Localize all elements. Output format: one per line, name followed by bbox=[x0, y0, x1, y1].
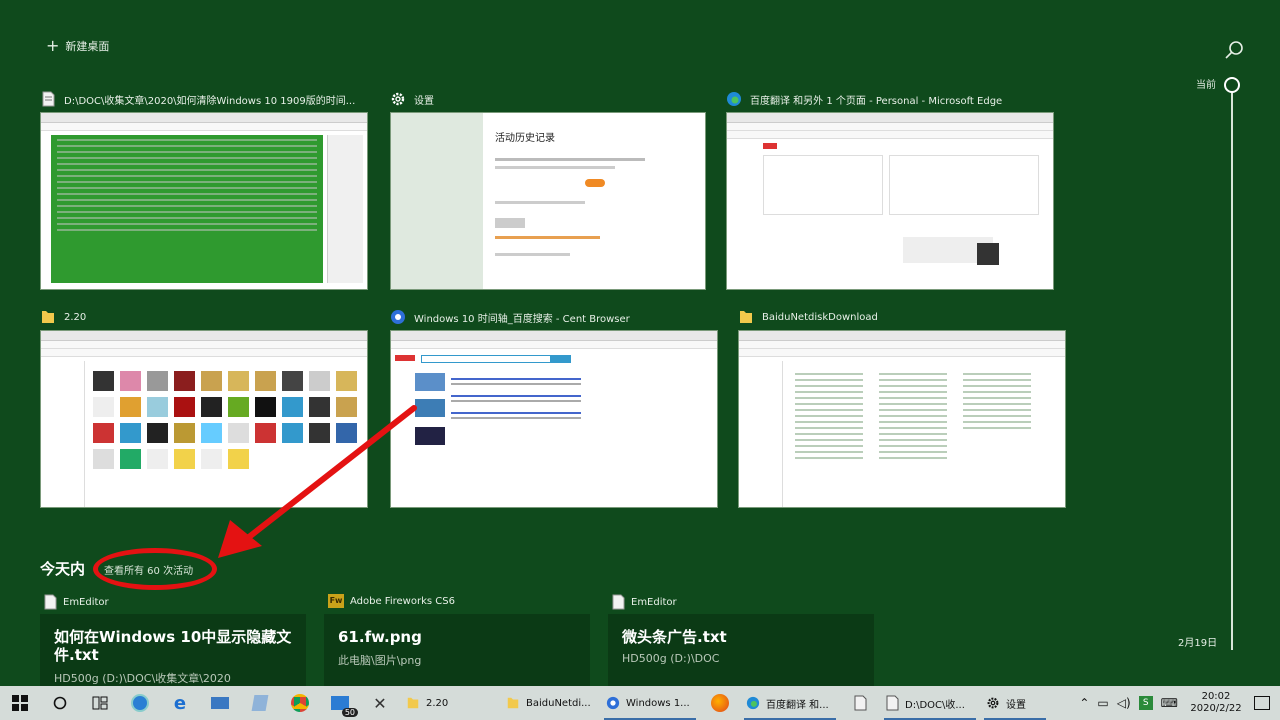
pinned-chrome-icon[interactable] bbox=[280, 686, 320, 720]
taskbar-app-label: 百度翻译 和... bbox=[766, 699, 829, 711]
activity-card-2[interactable]: 61.fw.png 此电脑\图片\png bbox=[324, 614, 590, 690]
red-arrow-annotation bbox=[218, 405, 417, 558]
clock-time: 20:02 bbox=[1201, 691, 1231, 702]
activity-card-1[interactable]: 如何在Windows 10中显示隐藏文件.txt HD500g (D:)\DOC… bbox=[40, 614, 306, 690]
keyboard-icon[interactable]: ⌨ bbox=[1161, 696, 1178, 710]
activity-title: 61.fw.png bbox=[338, 628, 422, 646]
taskbar-document-icon[interactable] bbox=[840, 686, 880, 720]
taskbar-app-baidunetdisk[interactable]: BaiduNetdi... bbox=[500, 686, 600, 720]
pinned-computer-icon[interactable] bbox=[200, 686, 240, 720]
activity-title: 微头条广告.txt bbox=[622, 628, 727, 646]
pinned-mail-icon[interactable]: 50 bbox=[320, 686, 360, 720]
fireworks-icon: Fw bbox=[328, 594, 344, 608]
taskbar-app-label: 设置 bbox=[1006, 699, 1026, 711]
start-button[interactable] bbox=[0, 686, 40, 720]
today-heading: 今天内 bbox=[40, 560, 86, 578]
taskbar-app-label: D:\DOC\收... bbox=[905, 699, 965, 711]
clock-date: 2020/2/22 bbox=[1190, 703, 1242, 714]
task-view-button[interactable] bbox=[80, 686, 120, 720]
activity-path: HD500g (D:)\DOC bbox=[622, 652, 720, 665]
task-view-icon bbox=[92, 696, 108, 710]
taskbar: e 50 ✕ 2.20 BaiduNetdi... Windows 1... 百… bbox=[0, 686, 1280, 720]
system-tray: ⌃ ▭ ◁) S ⌨ 20:02 2020/2/22 bbox=[1079, 686, 1280, 720]
taskbar-app-cent-browser[interactable]: Windows 1... bbox=[600, 686, 700, 720]
edge-icon bbox=[746, 696, 760, 710]
taskbar-app-edge[interactable]: 百度翻译 和... bbox=[740, 686, 840, 720]
circle-search-icon bbox=[53, 696, 67, 710]
search-button[interactable] bbox=[40, 686, 80, 720]
folder-icon bbox=[507, 697, 519, 709]
taskbar-app-label: Windows 1... bbox=[626, 697, 690, 709]
activity-app-header: EmEditor bbox=[44, 594, 109, 610]
taskbar-firefox-icon[interactable] bbox=[700, 686, 740, 720]
taskbar-app-label: 2.20 bbox=[426, 697, 449, 709]
document-icon bbox=[886, 695, 899, 711]
activity-app-header: Fw Adobe Fireworks CS6 bbox=[328, 594, 455, 608]
activity-app-name: EmEditor bbox=[63, 596, 109, 608]
pinned-app-orb-icon[interactable] bbox=[120, 686, 160, 720]
taskbar-app-220[interactable]: 2.20 bbox=[400, 686, 500, 720]
taskbar-app-settings[interactable]: 设置 bbox=[980, 686, 1050, 720]
document-icon bbox=[44, 594, 57, 610]
activity-title: 如何在Windows 10中显示隐藏文件.txt bbox=[54, 628, 292, 664]
folder-icon bbox=[407, 697, 419, 709]
mail-badge: 50 bbox=[341, 708, 358, 717]
activity-app-name: Adobe Fireworks CS6 bbox=[350, 595, 455, 607]
clock[interactable]: 20:02 2020/2/22 bbox=[1186, 691, 1246, 715]
activity-path: 此电脑\图片\png bbox=[338, 654, 422, 667]
pinned-notes-icon[interactable] bbox=[240, 686, 280, 720]
taskbar-app-emeditor[interactable]: D:\DOC\收... bbox=[880, 686, 980, 720]
network-icon[interactable]: ▭ bbox=[1097, 696, 1108, 710]
activity-path: HD500g (D:)\DOC\收集文章\2020 bbox=[54, 672, 231, 685]
see-all-activities-link[interactable]: 查看所有 60 次活动 bbox=[104, 562, 193, 577]
gear-icon bbox=[987, 697, 999, 709]
taskbar-app-label: BaiduNetdi... bbox=[526, 697, 591, 709]
windows-logo-icon bbox=[12, 695, 28, 711]
pinned-tools-icon[interactable]: ✕ bbox=[360, 686, 400, 720]
input-method-icon[interactable]: S bbox=[1138, 696, 1153, 710]
activity-card-3[interactable]: 微头条广告.txt HD500g (D:)\DOC bbox=[608, 614, 874, 690]
activity-app-header: EmEditor bbox=[612, 594, 677, 610]
volume-icon[interactable]: ◁) bbox=[1117, 696, 1131, 710]
activity-app-name: EmEditor bbox=[631, 596, 677, 608]
pinned-ie-icon[interactable]: e bbox=[160, 686, 200, 720]
document-icon bbox=[612, 594, 625, 610]
chevron-up-icon[interactable]: ⌃ bbox=[1079, 696, 1089, 710]
browser-icon bbox=[606, 696, 620, 710]
notification-center-icon[interactable] bbox=[1254, 696, 1270, 710]
